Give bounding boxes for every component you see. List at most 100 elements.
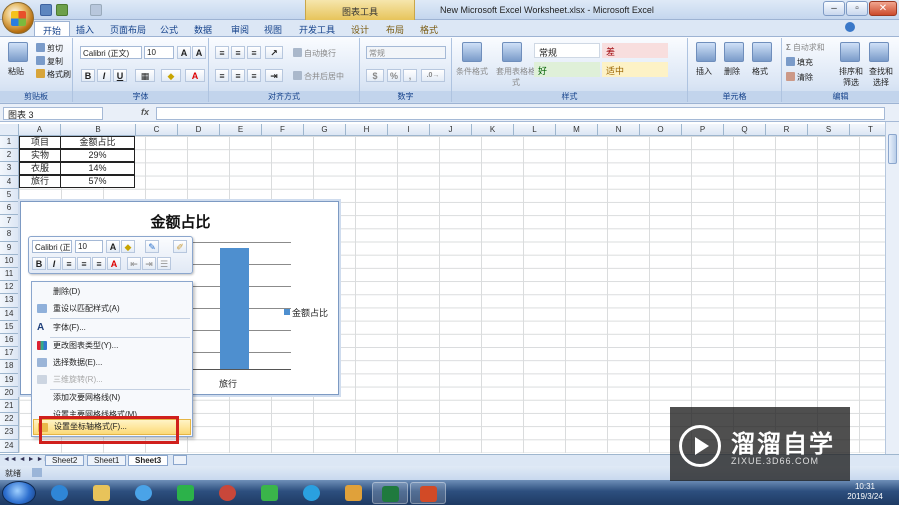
tab-data[interactable]: 数据 (194, 21, 212, 36)
sheet-tab-sheet2[interactable]: Sheet2 (45, 455, 85, 466)
style-good[interactable]: 好 (534, 62, 600, 77)
tab-review[interactable]: 审阅 (231, 21, 249, 36)
clear-button[interactable]: 清除 (786, 72, 813, 83)
mini-decrease-indent-button[interactable]: ⇤ (127, 257, 141, 270)
insert-cells-button[interactable]: 插入 (696, 66, 712, 77)
sheet-nav-buttons[interactable]: ◄◄ ◄ ► ►► (3, 456, 50, 463)
office-button[interactable] (2, 2, 34, 34)
redo-icon[interactable] (90, 4, 102, 16)
row-header[interactable]: 8 (0, 228, 19, 242)
menu-item-change-chart-type[interactable]: 更改图表类型(Y)... (33, 337, 191, 354)
row-header[interactable]: 2 (0, 149, 19, 163)
row-header[interactable]: 10 (0, 254, 19, 268)
column-header[interactable]: O (640, 124, 682, 136)
shrink-font-button[interactable]: A (192, 46, 206, 59)
cell-a1[interactable]: 项目 (19, 136, 61, 149)
decimal-button[interactable]: .0→ (421, 69, 445, 82)
percent-button[interactable]: % (387, 69, 401, 82)
sort-filter-button[interactable]: 排序和筛选 (836, 66, 866, 88)
row-header[interactable]: 15 (0, 320, 19, 334)
copy-button[interactable]: 复制 (36, 56, 63, 67)
cell-a3[interactable]: 衣服 (19, 162, 61, 175)
mini-increase-indent-button[interactable]: ⇥ (142, 257, 156, 270)
new-sheet-icon[interactable] (173, 455, 187, 465)
minimize-button[interactable]: – (823, 1, 845, 16)
row-header[interactable]: 3 (0, 162, 19, 176)
tab-design[interactable]: 设计 (351, 21, 369, 36)
sheet-tab-sheet1[interactable]: Sheet1 (87, 455, 127, 466)
mini-line-color-button[interactable]: ✎ (145, 240, 159, 253)
tab-view[interactable]: 视图 (264, 21, 282, 36)
table-format-button[interactable]: 套用表格格式 (496, 66, 536, 88)
tab-page-layout[interactable]: 页面布局 (110, 21, 146, 36)
iqiyi-app[interactable] (168, 482, 204, 504)
bold-button[interactable]: B (81, 69, 95, 82)
row-header[interactable]: 7 (0, 215, 19, 229)
align-middle-button[interactable]: ≡ (231, 46, 245, 59)
restore-button[interactable]: ▫ (846, 1, 868, 16)
italic-button[interactable]: I (97, 69, 111, 82)
chart-x-axis[interactable] (191, 369, 291, 370)
mini-align-left-button[interactable]: ≡ (62, 257, 76, 270)
indent-button[interactable]: ⇥ (265, 69, 283, 82)
find-select-button[interactable]: 查找和选择 (866, 66, 896, 88)
menu-item-select-data[interactable]: 选择数据(E)... (33, 354, 191, 371)
powerpoint-app[interactable] (410, 482, 446, 504)
column-header[interactable]: P (682, 124, 724, 136)
style-bad[interactable]: 差 (602, 43, 668, 58)
row-header[interactable]: 20 (0, 386, 19, 400)
row-header[interactable]: 17 (0, 347, 19, 361)
close-button[interactable]: ✕ (869, 1, 897, 16)
chart-bar[interactable] (220, 248, 249, 369)
app-3[interactable] (126, 482, 162, 504)
app-5[interactable] (210, 482, 246, 504)
explorer-app[interactable] (84, 482, 120, 504)
macro-record-icon[interactable] (32, 468, 42, 477)
cell-b3[interactable]: 14% (60, 162, 135, 175)
start-button[interactable] (2, 481, 36, 505)
format-painter-button[interactable]: 格式刷 (36, 69, 71, 80)
tab-layout[interactable]: 布局 (386, 21, 404, 36)
column-header[interactable]: D (178, 124, 220, 136)
mini-size-select[interactable]: 10 (75, 240, 103, 253)
tab-insert[interactable]: 插入 (76, 21, 94, 36)
autosum-button[interactable]: Σ 自动求和 (786, 42, 825, 53)
tab-formulas[interactable]: 公式 (160, 21, 178, 36)
format-cells-button[interactable]: 格式 (752, 66, 768, 77)
row-header[interactable]: 13 (0, 294, 19, 308)
grow-font-button[interactable]: A (177, 46, 191, 59)
menu-item-reset-style[interactable]: 重设以匹配样式(A) (33, 300, 191, 317)
mini-font-color-button[interactable]: A (107, 257, 121, 270)
menu-item-delete[interactable]: 删除(D) (33, 283, 191, 300)
tab-home[interactable]: 开始 (34, 21, 71, 36)
row-header[interactable]: 23 (0, 426, 19, 440)
column-header[interactable]: R (766, 124, 808, 136)
cell-a2[interactable]: 实物 (19, 149, 61, 162)
row-header[interactable]: 14 (0, 307, 19, 321)
mini-italic-button[interactable]: I (47, 257, 61, 270)
underline-button[interactable]: U (113, 69, 127, 82)
column-header[interactable]: J (430, 124, 472, 136)
mini-bullets-button[interactable]: ☰ (157, 257, 171, 270)
column-header[interactable]: N (598, 124, 640, 136)
currency-button[interactable]: $ (366, 69, 384, 82)
orientation-button[interactable]: ↗ (265, 46, 283, 59)
column-header[interactable]: K (472, 124, 514, 136)
menu-item-font[interactable]: A 字体(F)... (33, 319, 191, 336)
mini-align-right-button[interactable]: ≡ (92, 257, 106, 270)
help-icon[interactable] (845, 22, 855, 32)
font-name-select[interactable]: Calibri (正文) (80, 46, 142, 59)
column-header[interactable]: L (514, 124, 556, 136)
mini-grow-font-button[interactable]: A (106, 240, 120, 253)
font-size-select[interactable]: 10 (144, 46, 174, 59)
mini-font-select[interactable]: Calibri (正 (32, 240, 72, 253)
save-icon[interactable] (40, 4, 52, 16)
column-header[interactable]: I (388, 124, 430, 136)
insert-function-icon[interactable]: fx (141, 107, 149, 117)
row-header[interactable]: 6 (0, 202, 19, 216)
row-header[interactable]: 21 (0, 400, 19, 414)
select-all-corner[interactable] (0, 124, 19, 136)
align-right-button[interactable]: ≡ (247, 69, 261, 82)
cell-b1[interactable]: 金额占比 (60, 136, 135, 149)
conditional-format-button[interactable]: 条件格式 (456, 66, 488, 77)
